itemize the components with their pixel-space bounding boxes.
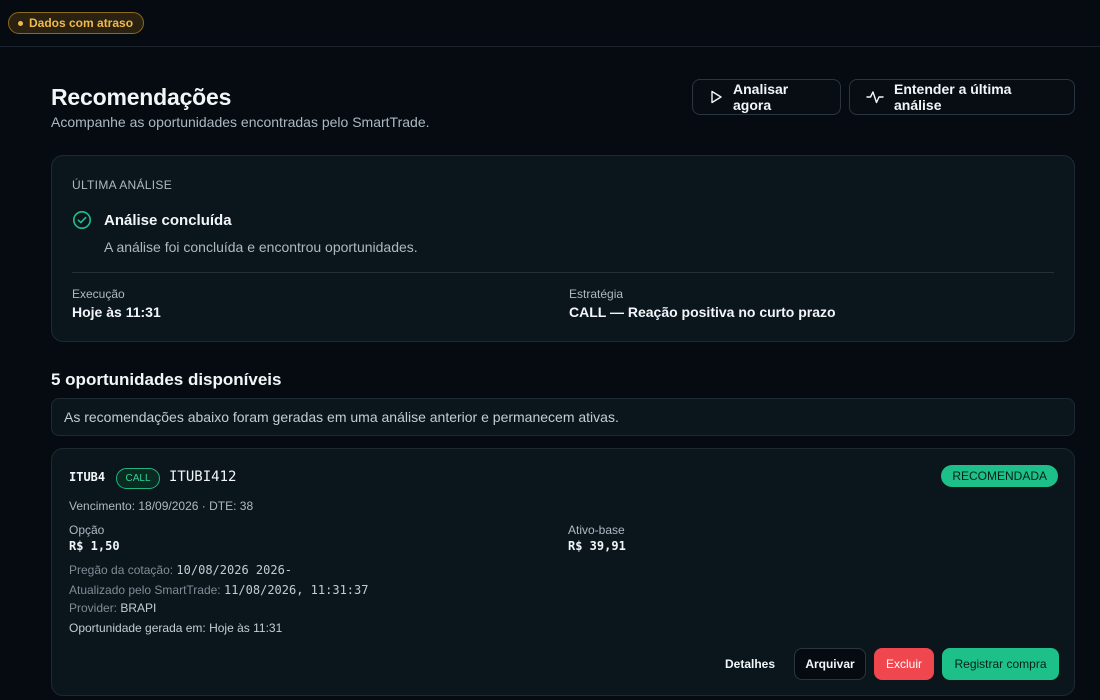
quote-session-line: Pregão da cotação: 10/08/2026 2026- [69, 563, 292, 577]
expiry-info: Vencimento: 18/09/2026 · DTE: 38 [69, 499, 254, 513]
updated-value: 11/08/2026, 11:31:37 [223, 583, 369, 597]
underlying-price-value: R$ 39,91 [568, 539, 626, 553]
top-bar: Dados com atraso [0, 0, 1100, 47]
generated-line: Oportunidade gerada em: Hoje às 11:31 [69, 621, 283, 635]
archive-button[interactable]: Arquivar [794, 648, 866, 680]
updated-label: Atualizado pelo SmartTrade: [69, 583, 224, 597]
option-type-badge: CALL [116, 468, 160, 489]
option-price-label: Opção [69, 523, 105, 537]
check-circle-icon [73, 211, 91, 229]
understand-analysis-button[interactable]: Entender a última análise [849, 79, 1075, 115]
underlying-price-label: Ativo-base [568, 523, 625, 537]
recommended-badge: RECOMENDADA [941, 465, 1058, 487]
divider [72, 272, 1054, 273]
activity-icon [866, 91, 884, 104]
opportunities-notice: As recomendações abaixo foram geradas em… [51, 398, 1075, 436]
strategy-label: Estratégia [569, 287, 624, 301]
understand-analysis-label: Entender a última análise [894, 81, 1012, 113]
quote-session-value: 10/08/2026 2026- [176, 563, 293, 577]
page-title: Recomendações [51, 84, 232, 110]
warning-dot-icon [18, 20, 23, 26]
strategy-value: CALL — Reação positiva no curto prazo [569, 304, 836, 320]
updated-line: Atualizado pelo SmartTrade: 11/08/2026, … [69, 583, 368, 597]
provider-value: BRAPI [120, 601, 157, 615]
opportunities-title: 5 oportunidades disponíveis [51, 370, 282, 389]
analysis-description: A análise foi concluída e encontrou opor… [104, 239, 418, 255]
delay-status-badge: Dados com atraso [8, 12, 145, 34]
provider-line: Provider: BRAPI [69, 601, 156, 615]
delete-button[interactable]: Excluir [874, 648, 934, 680]
opportunity-card: ITUB4 CALL ITUBI412 RECOMENDADA Vencimen… [51, 448, 1075, 696]
analysis-status: Análise concluída [104, 212, 232, 229]
execution-value: Hoje às 11:31 [72, 304, 161, 320]
provider-label: Provider: [69, 601, 121, 615]
play-icon [711, 90, 722, 104]
details-button[interactable]: Detalhes [715, 648, 785, 680]
execution-label: Execução [72, 287, 125, 301]
analyze-now-button[interactable]: Analisar agora [692, 79, 841, 115]
underlying-ticker: ITUB4 [69, 470, 106, 484]
delay-status-label: Dados com atraso [29, 16, 134, 30]
register-purchase-button[interactable]: Registrar compra [942, 648, 1059, 680]
analyze-now-label: Analisar agora [733, 81, 789, 113]
quote-session-label: Pregão da cotação: [69, 563, 177, 577]
last-analysis-card: ÚLTIMA ANÁLISE Análise concluída A análi… [51, 155, 1075, 342]
page-subtitle: Acompanhe as oportunidades encontradas p… [51, 114, 430, 130]
option-code: ITUBI412 [169, 469, 237, 485]
option-price-value: R$ 1,50 [69, 539, 120, 553]
last-analysis-kicker: ÚLTIMA ANÁLISE [72, 178, 173, 192]
